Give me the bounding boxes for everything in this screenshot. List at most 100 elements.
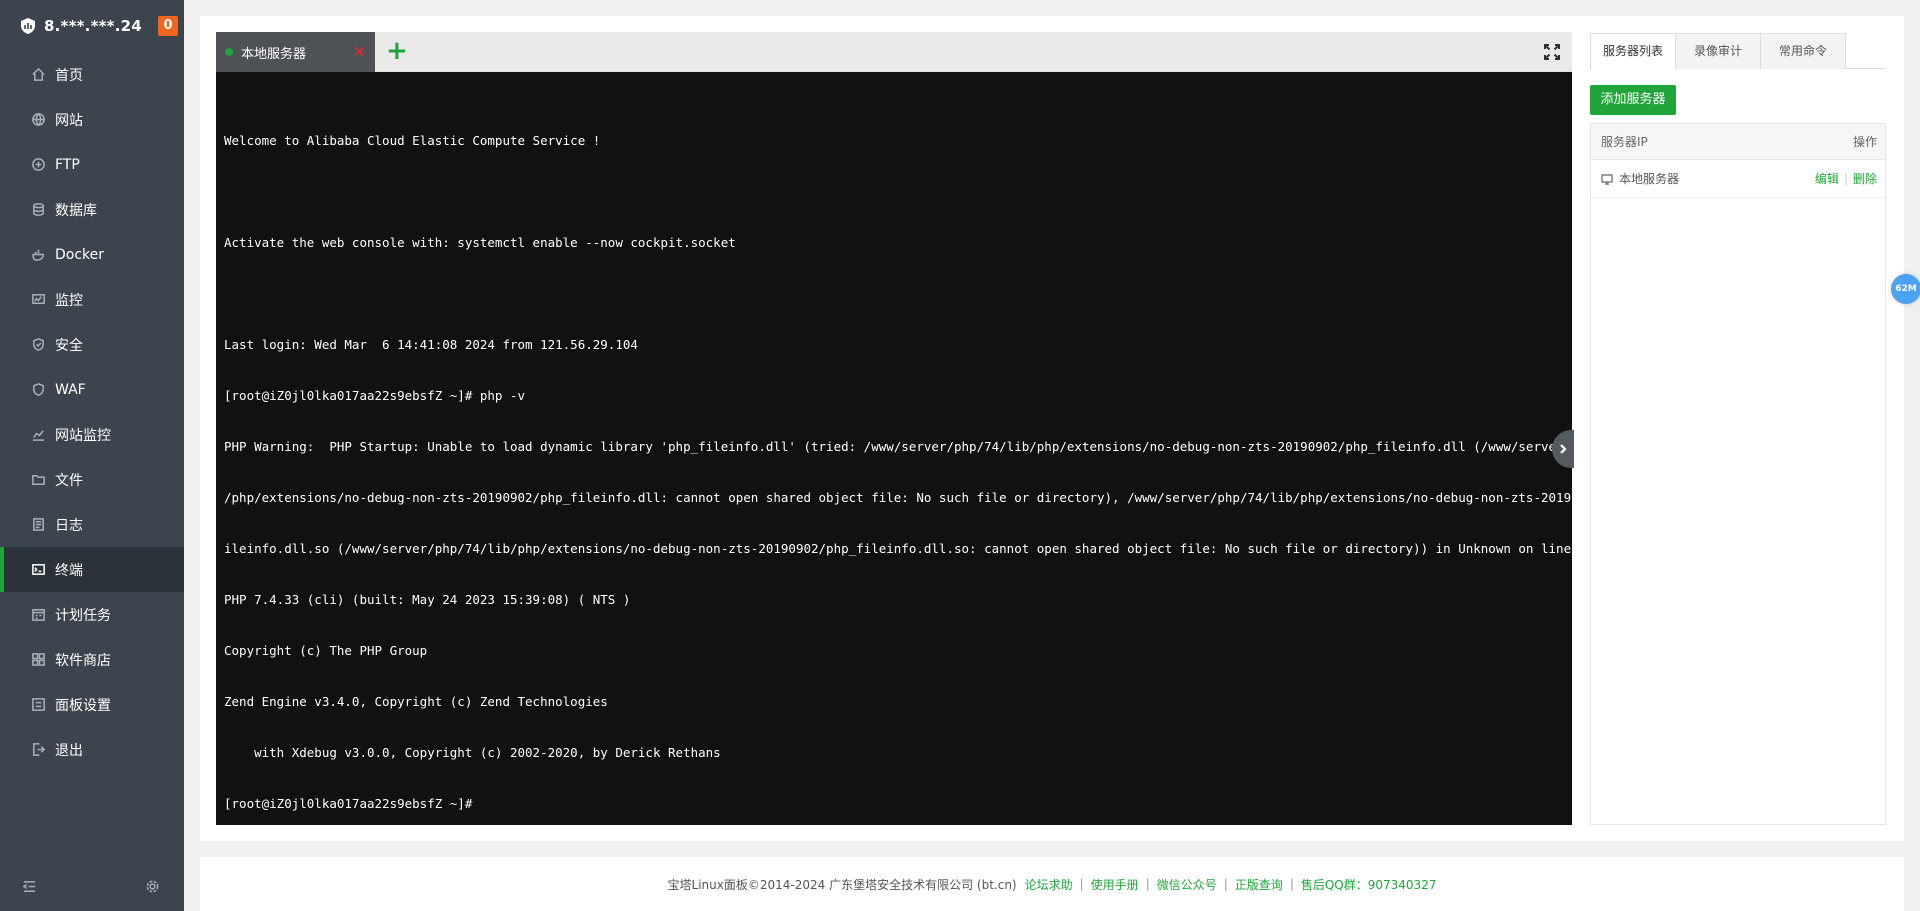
tab-common-commands[interactable]: 常用命令 xyxy=(1760,33,1846,69)
sidebar-item-website[interactable]: 网站 xyxy=(0,97,184,142)
sidebar-item-cron[interactable]: 计划任务 xyxy=(0,592,184,637)
sidebar-item-security[interactable]: 安全 xyxy=(0,322,184,367)
sidebar-item-label: 日志 xyxy=(55,517,83,534)
log-icon xyxy=(30,517,46,533)
terminal-output[interactable]: Welcome to Alibaba Cloud Elastic Compute… xyxy=(216,72,1572,825)
sidebar-item-site-monitor[interactable]: 网站监控 xyxy=(0,412,184,457)
sidebar-item-logout[interactable]: 退出 xyxy=(0,727,184,772)
sidebar-item-app-store[interactable]: 软件商店 xyxy=(0,637,184,682)
add-tab-button[interactable]: + xyxy=(386,38,408,64)
sidebar-item-label: 数据库 xyxy=(55,202,97,219)
sidebar-item-monitor[interactable]: 监控 xyxy=(0,277,184,322)
server-table: 服务器IP 操作 本地服务器 编辑 | 删除 xyxy=(1590,123,1886,825)
sidebar-item-settings[interactable]: 面板设置 xyxy=(0,682,184,727)
license-check-link[interactable]: 正版查询 xyxy=(1235,876,1283,893)
sidebar-item-docker[interactable]: Docker xyxy=(0,232,184,277)
terminal-tab-bar: 本地服务器 ✕ + xyxy=(216,32,1572,72)
home-icon xyxy=(30,67,46,83)
memory-release-button[interactable]: 62M xyxy=(1891,274,1920,304)
terminal-line: PHP Warning: PHP Startup: Unable to load… xyxy=(224,439,1572,454)
forum-link[interactable]: 论坛求助 xyxy=(1025,876,1073,893)
divider: | xyxy=(1843,172,1848,186)
sidebar-footer xyxy=(0,861,184,911)
qq-group-link[interactable]: 售后QQ群：907340327 xyxy=(1301,876,1437,893)
ftp-icon xyxy=(30,157,46,173)
sidebar-item-waf[interactable]: WAF xyxy=(0,367,184,412)
column-header-ip: 服务器IP xyxy=(1601,135,1648,149)
table-header: 服务器IP 操作 xyxy=(1591,124,1885,160)
divider: | xyxy=(1145,877,1150,891)
sidebar-item-logs[interactable]: 日志 xyxy=(0,502,184,547)
sidebar-item-terminal[interactable]: 终端 xyxy=(0,547,184,592)
monitor-icon xyxy=(30,292,46,308)
divider: | xyxy=(1223,877,1228,891)
calendar-icon xyxy=(30,607,46,623)
server-panel: 服务器列表 录像审计 常用命令 添加服务器 服务器IP 操作 本地服务器 编辑 |… xyxy=(1590,33,1886,825)
divider: | xyxy=(1289,877,1294,891)
sidebar-item-label: 网站监控 xyxy=(55,427,111,444)
tab-local-server[interactable]: 本地服务器 ✕ xyxy=(216,32,375,72)
terminal-line: Zend Engine v3.4.0, Copyright (c) Zend T… xyxy=(224,694,608,709)
sidebar-item-label: 网站 xyxy=(55,112,83,129)
collapse-menu-icon[interactable] xyxy=(22,879,37,894)
docker-icon xyxy=(30,247,46,263)
column-header-ops: 操作 xyxy=(1852,135,1877,149)
sidebar-item-label: WAF xyxy=(55,381,86,398)
sidebar-item-ftp[interactable]: FTP xyxy=(0,142,184,187)
terminal-line: with Xdebug v3.0.0, Copyright (c) 2002-2… xyxy=(224,745,721,760)
terminal-line: PHP 7.4.33 (cli) (built: May 24 2023 15:… xyxy=(224,592,631,607)
terminal-line: [root@iZ0jl0lka017aa22s9ebsfZ ~]# php -v xyxy=(224,388,526,403)
gear-icon[interactable] xyxy=(145,879,160,894)
shield-icon xyxy=(30,337,46,353)
sidebar-item-label: 退出 xyxy=(55,742,83,759)
notification-badge[interactable]: 0 xyxy=(158,16,178,36)
delete-link[interactable]: 删除 xyxy=(1853,172,1877,186)
close-icon[interactable]: ✕ xyxy=(353,44,366,60)
sidebar-header: 8.***.***.24 0 xyxy=(0,0,184,52)
monitor-icon xyxy=(1601,173,1613,185)
tab-label: 本地服务器 xyxy=(241,46,307,62)
manual-link[interactable]: 使用手册 xyxy=(1091,876,1139,893)
server-ip[interactable]: 8.***.***.24 xyxy=(44,17,142,35)
tab-server-list[interactable]: 服务器列表 xyxy=(1590,33,1676,70)
settings-icon xyxy=(30,697,46,713)
row-actions: 编辑 | 删除 xyxy=(1815,170,1877,187)
terminal-line: Activate the web console with: systemctl… xyxy=(224,235,736,250)
add-server-button[interactable]: 添加服务器 xyxy=(1590,85,1676,115)
sidebar-item-database[interactable]: 数据库 xyxy=(0,187,184,232)
divider: | xyxy=(1079,877,1084,891)
sidebar-item-label: 监控 xyxy=(55,292,83,309)
server-name: 本地服务器 xyxy=(1619,172,1680,186)
server-panel-tabs: 服务器列表 录像审计 常用命令 xyxy=(1590,33,1886,70)
sidebar-item-label: 文件 xyxy=(55,472,83,489)
sidebar-item-label: FTP xyxy=(55,156,80,173)
tab-recording-audit[interactable]: 录像审计 xyxy=(1675,33,1761,69)
terminal-icon xyxy=(30,562,46,578)
apps-icon xyxy=(30,652,46,668)
terminal-line: Welcome to Alibaba Cloud Elastic Compute… xyxy=(224,133,601,148)
table-row[interactable]: 本地服务器 编辑 | 删除 xyxy=(1591,160,1885,198)
terminal-prompt: [root@iZ0jl0lka017aa22s9ebsfZ ~]# xyxy=(224,796,473,811)
terminal-panel: 本地服务器 ✕ + Welcome to Alibaba Cloud Elast… xyxy=(216,32,1574,825)
sidebar-item-label: 安全 xyxy=(55,337,83,354)
fullscreen-icon[interactable] xyxy=(1544,44,1560,60)
sidebar-item-home[interactable]: 首页 xyxy=(0,52,184,97)
edit-link[interactable]: 编辑 xyxy=(1815,172,1839,186)
sidebar-item-label: 软件商店 xyxy=(55,652,111,669)
sidebar-item-label: 计划任务 xyxy=(55,607,111,624)
sidebar-item-label: 首页 xyxy=(55,67,83,84)
terminal-line: Last login: Wed Mar 6 14:41:08 2024 from… xyxy=(224,337,638,352)
database-icon xyxy=(30,202,46,218)
bt-logo-icon xyxy=(21,18,35,34)
footer: 宝塔Linux面板©2014-2024 广东堡塔安全技术有限公司 (bt.cn)… xyxy=(200,857,1904,911)
folder-icon xyxy=(30,472,46,488)
sidebar-item-files[interactable]: 文件 xyxy=(0,457,184,502)
terminal-line: Copyright (c) The PHP Group xyxy=(224,643,428,658)
sidebar: 8.***.***.24 0 首页 网站 FTP 数据库 Docker 监控 安… xyxy=(0,0,184,911)
connection-status-dot xyxy=(225,48,233,56)
wechat-link[interactable]: 微信公众号 xyxy=(1157,876,1217,893)
sidebar-item-label: 面板设置 xyxy=(55,697,111,714)
sidebar-item-label: 终端 xyxy=(55,562,83,579)
